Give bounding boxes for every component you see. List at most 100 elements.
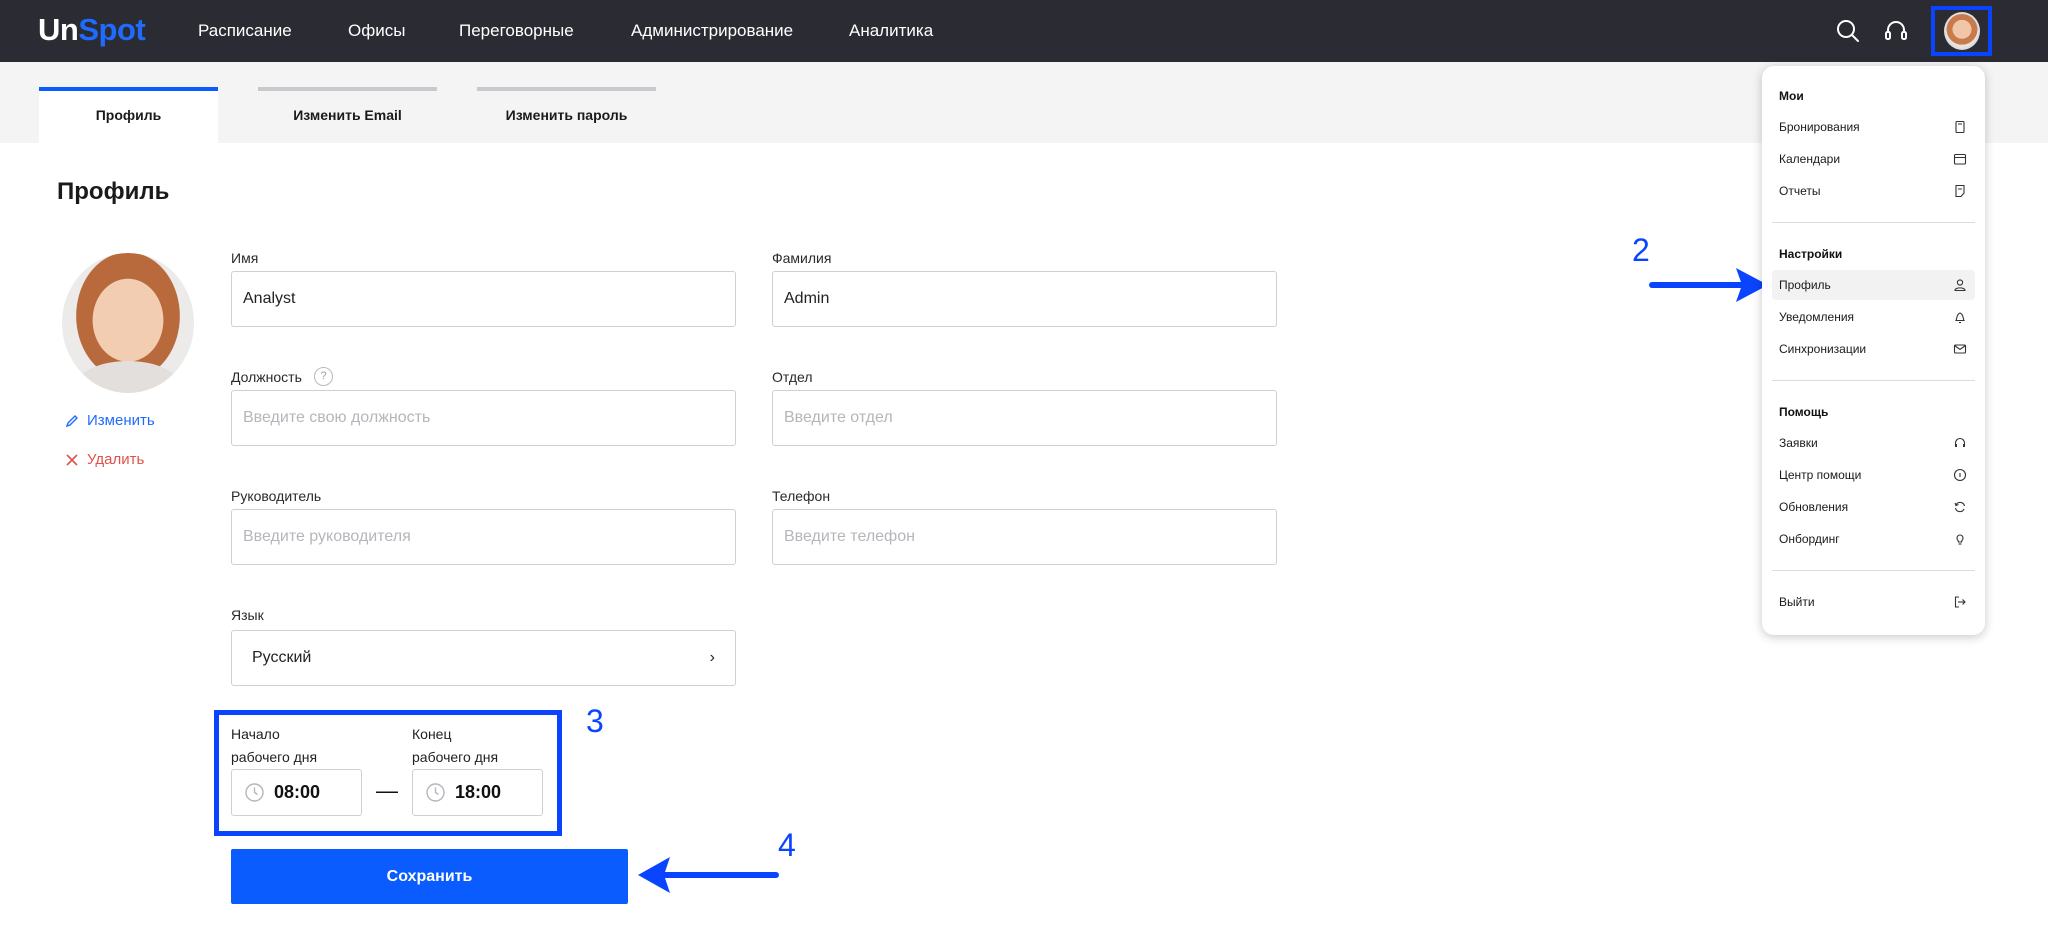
delete-photo-button[interactable]: Удалить bbox=[65, 450, 144, 470]
work-end-label-line2: рабочего дня bbox=[412, 749, 499, 765]
tab-change-email-label: Изменить Email bbox=[293, 107, 402, 123]
language-label: Язык bbox=[231, 607, 264, 623]
help-icon[interactable]: ? bbox=[314, 367, 333, 386]
menu-item-notifications-label: Уведомления bbox=[1779, 310, 1855, 324]
bookmark-book-icon bbox=[1955, 120, 1965, 134]
work-start-time-field[interactable]: 08:00 bbox=[231, 769, 362, 816]
department-field[interactable]: Введите отдел bbox=[772, 390, 1277, 446]
headset-icon bbox=[1954, 437, 1966, 447]
menu-item-notifications[interactable]: Уведомления bbox=[1772, 302, 1975, 332]
search-icon[interactable] bbox=[1833, 16, 1863, 46]
menu-item-profile[interactable]: Профиль bbox=[1772, 270, 1975, 300]
first-name-label: Имя bbox=[231, 250, 259, 266]
first-name-field[interactable]: Analyst bbox=[231, 271, 736, 327]
page-title: Профиль bbox=[57, 178, 170, 205]
info-chat-icon bbox=[1953, 468, 1967, 482]
phone-label: Телефон bbox=[772, 488, 831, 504]
menu-item-bookings-label: Бронирования bbox=[1779, 120, 1860, 134]
edit-photo-button[interactable]: Изменить bbox=[65, 411, 155, 431]
work-end-time-value: 18:00 bbox=[455, 782, 502, 802]
report-document-icon bbox=[1955, 184, 1965, 198]
support-headset-icon[interactable] bbox=[1881, 16, 1911, 46]
tab-indicator bbox=[258, 87, 437, 91]
menu-item-logout-label: Выйти bbox=[1779, 595, 1815, 609]
language-value: Русский bbox=[252, 649, 312, 666]
menu-item-tickets-label: Заявки bbox=[1779, 436, 1818, 450]
nav-administration[interactable]: Администрирование bbox=[631, 20, 793, 42]
work-end-time-field[interactable]: 18:00 bbox=[412, 769, 543, 816]
menu-item-onboarding[interactable]: Онбординг bbox=[1772, 524, 1975, 554]
menu-item-calendars-label: Календари bbox=[1779, 152, 1841, 166]
nav-analytics[interactable]: Аналитика bbox=[849, 20, 933, 42]
tab-change-email[interactable]: Изменить Email bbox=[258, 87, 437, 143]
annotation-number-4: 4 bbox=[778, 827, 796, 863]
delete-photo-label: Удалить bbox=[87, 451, 145, 468]
clock-icon bbox=[426, 783, 445, 802]
menu-item-updates[interactable]: Обновления bbox=[1772, 492, 1975, 522]
menu-item-sync[interactable]: Синхронизации bbox=[1772, 334, 1975, 364]
tab-active-indicator bbox=[39, 87, 218, 91]
position-field[interactable]: Введите свою должность bbox=[231, 390, 736, 446]
nav-meeting-rooms[interactable]: Переговорные bbox=[459, 20, 574, 42]
menu-item-onboarding-label: Онбординг bbox=[1779, 532, 1840, 546]
bell-icon bbox=[1954, 312, 1966, 324]
manager-field[interactable]: Введите руководителя bbox=[231, 509, 736, 565]
nav-offices[interactable]: Офисы bbox=[348, 20, 405, 42]
menu-divider bbox=[1772, 222, 1975, 223]
nav-schedule[interactable]: Расписание bbox=[198, 20, 292, 42]
work-start-label-line1: Начало bbox=[231, 726, 280, 742]
manager-label: Руководитель bbox=[231, 488, 322, 504]
menu-item-help-center-label: Центр помощи bbox=[1779, 468, 1862, 482]
tab-profile-label: Профиль bbox=[95, 107, 162, 123]
photo-shoulders bbox=[76, 361, 180, 393]
annotation-arrow-4 bbox=[638, 857, 779, 893]
tab-change-password[interactable]: Изменить пароль bbox=[477, 87, 656, 143]
position-label: Должность bbox=[231, 369, 302, 385]
close-icon bbox=[66, 454, 78, 466]
phone-field[interactable]: Введите телефон bbox=[772, 509, 1277, 565]
save-button[interactable]: Сохранить bbox=[231, 849, 628, 904]
tab-change-password-label: Изменить пароль bbox=[505, 107, 628, 123]
last-name-label: Фамилия bbox=[772, 250, 832, 266]
menu-item-reports-label: Отчеты bbox=[1779, 184, 1821, 198]
language-select[interactable]: Русский › bbox=[231, 630, 736, 686]
annotation-arrow-2 bbox=[1649, 268, 1768, 302]
user-avatar-button[interactable] bbox=[1931, 6, 1992, 56]
pencil-icon bbox=[65, 415, 78, 428]
department-label: Отдел bbox=[772, 369, 813, 385]
logout-icon bbox=[1954, 596, 1966, 608]
menu-item-tickets[interactable]: Заявки bbox=[1772, 428, 1975, 458]
user-menu-dropdown: Мои Бронирования Календари Отчеты Настро… bbox=[1762, 66, 1985, 635]
work-end-label-line1: Конец bbox=[412, 726, 452, 742]
menu-section-help: Помощь bbox=[1779, 405, 1829, 419]
menu-divider bbox=[1772, 380, 1975, 381]
menu-item-updates-label: Обновления bbox=[1779, 500, 1849, 514]
edit-photo-label: Изменить bbox=[87, 412, 155, 429]
menu-divider bbox=[1772, 570, 1975, 571]
menu-section-settings: Настройки bbox=[1779, 247, 1843, 261]
logo-text-un: Un bbox=[38, 12, 79, 47]
time-range-separator: — bbox=[376, 778, 398, 803]
menu-item-help-center[interactable]: Центр помощи bbox=[1772, 460, 1975, 490]
top-navigation-bar: UnSpot Расписание Офисы Переговорные Адм… bbox=[0, 0, 2048, 62]
avatar bbox=[1944, 12, 1980, 50]
unspot-logo[interactable]: UnSpot bbox=[38, 10, 146, 50]
chevron-right-icon: › bbox=[709, 649, 715, 666]
last-name-field[interactable]: Admin bbox=[772, 271, 1277, 327]
profile-photo bbox=[62, 253, 194, 393]
user-icon bbox=[1954, 279, 1966, 292]
menu-item-sync-label: Синхронизации bbox=[1779, 342, 1867, 356]
menu-item-logout[interactable]: Выйти bbox=[1772, 587, 1975, 617]
menu-item-reports[interactable]: Отчеты bbox=[1772, 176, 1975, 206]
refresh-icon bbox=[1954, 501, 1966, 513]
menu-section-my: Мои bbox=[1779, 89, 1804, 103]
work-start-time-value: 08:00 bbox=[274, 782, 321, 802]
menu-item-bookings[interactable]: Бронирования bbox=[1772, 112, 1975, 142]
menu-item-profile-label: Профиль bbox=[1779, 278, 1831, 292]
lightbulb-icon bbox=[1956, 534, 1964, 545]
tab-profile[interactable]: Профиль bbox=[39, 87, 218, 143]
tab-indicator bbox=[477, 87, 656, 91]
clock-icon bbox=[245, 783, 264, 802]
annotation-number-3: 3 bbox=[586, 703, 604, 739]
menu-item-calendars[interactable]: Календари bbox=[1772, 144, 1975, 174]
